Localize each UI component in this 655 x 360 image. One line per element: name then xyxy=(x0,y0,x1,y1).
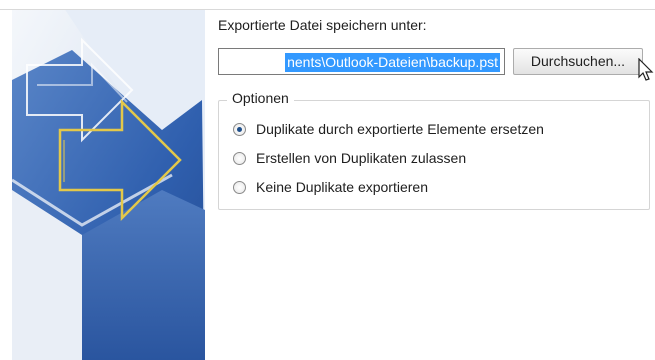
option-no-duplicates[interactable]: Keine Duplikate exportieren xyxy=(233,177,428,197)
window-edge xyxy=(0,0,12,360)
export-arrow-graphic-icon xyxy=(12,10,205,360)
option-label: Erstellen von Duplikaten zulassen xyxy=(256,150,467,166)
mouse-pointer-icon xyxy=(638,58,654,81)
browse-button[interactable]: Durchsuchen... xyxy=(513,48,643,75)
option-label: Keine Duplikate exportieren xyxy=(256,179,428,195)
save-as-label: Exportierte Datei speichern unter: xyxy=(218,17,427,33)
option-replace-duplicates[interactable]: Duplikate durch exportierte Elemente ers… xyxy=(233,119,544,139)
file-path-value[interactable]: nents\Outlook-Dateien\backup.pst xyxy=(285,53,500,72)
wizard-graphic xyxy=(12,10,205,360)
options-legend: Optionen xyxy=(227,90,294,106)
radio-replace-duplicates[interactable] xyxy=(233,122,246,136)
radio-no-duplicates[interactable] xyxy=(233,180,246,194)
file-path-input[interactable]: nents\Outlook-Dateien\backup.pst xyxy=(218,48,505,75)
top-divider xyxy=(0,9,655,10)
option-allow-duplicates[interactable]: Erstellen von Duplikaten zulassen xyxy=(233,148,466,168)
radio-allow-duplicates[interactable] xyxy=(233,151,246,165)
option-label: Duplikate durch exportierte Elemente ers… xyxy=(256,121,544,137)
